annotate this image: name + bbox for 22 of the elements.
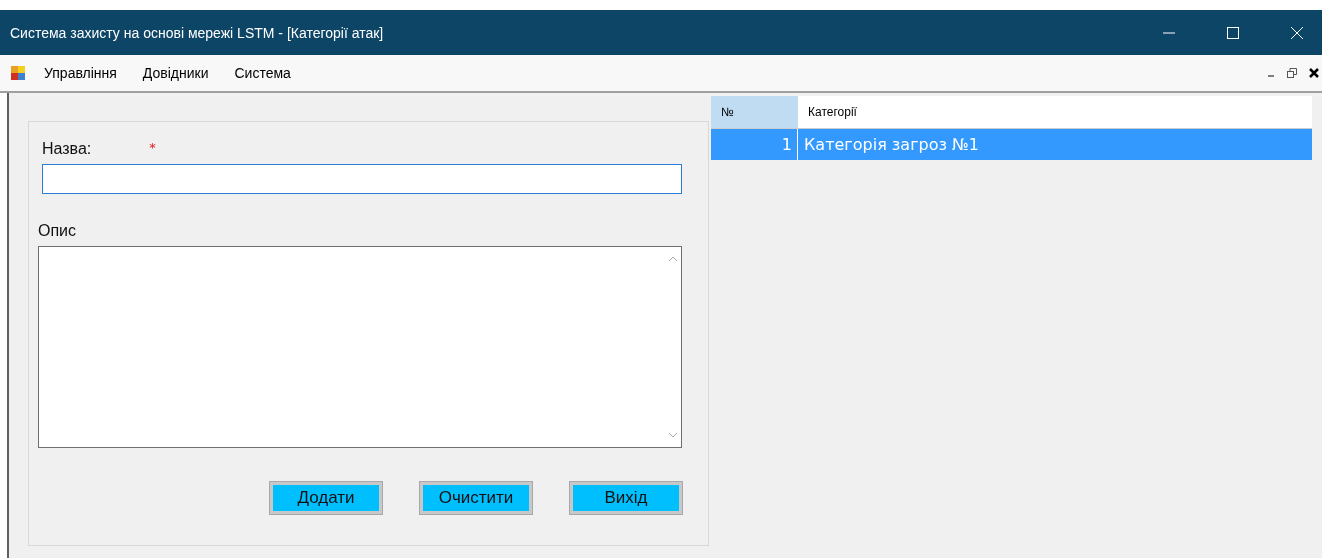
column-header[interactable]: Категорії	[798, 96, 1312, 128]
app-icon[interactable]	[10, 65, 26, 81]
required-mark: *	[149, 140, 156, 157]
column-header[interactable]: №	[711, 96, 798, 128]
description-label: Опис	[38, 222, 78, 240]
menu-item[interactable]: Управління	[44, 65, 117, 81]
action-button[interactable]: Очистити	[420, 482, 532, 514]
description-field[interactable]	[38, 246, 682, 448]
name-field[interactable]	[42, 164, 682, 194]
scroll-up-icon[interactable]	[667, 255, 678, 263]
maximize-icon[interactable]	[1226, 25, 1240, 40]
action-button[interactable]: Вихід	[570, 482, 682, 514]
restore-icon[interactable]	[1286, 67, 1298, 79]
menu-item[interactable]: Довідники	[142, 65, 209, 81]
name-label: Назва:	[42, 140, 92, 158]
menu-item[interactable]: Система	[234, 65, 291, 81]
window-title: Система захисту на основі мережі LSTM - [Категорії атак]	[10, 24, 384, 41]
action-button[interactable]: Додати	[270, 482, 382, 514]
table-cell-text: Категорія загроз №1	[803, 134, 980, 156]
close-icon[interactable]	[1308, 67, 1320, 79]
table-cell: 1	[711, 129, 798, 160]
scroll-down-icon[interactable]	[667, 431, 678, 439]
